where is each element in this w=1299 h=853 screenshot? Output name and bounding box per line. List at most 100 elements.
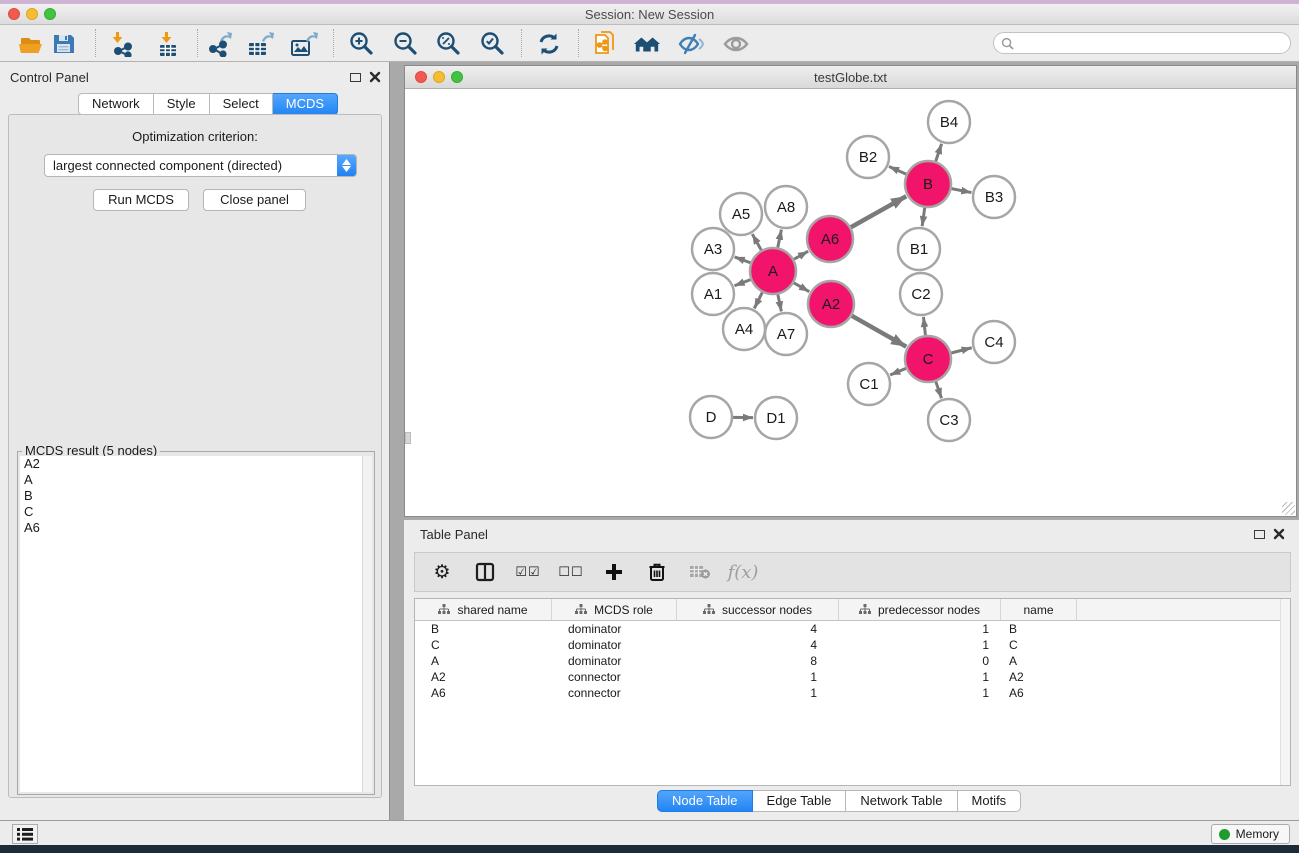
graph-edge-C-C2[interactable] [923, 317, 925, 335]
close-table-panel-icon[interactable] [1273, 528, 1285, 540]
graph-edge-B-B2[interactable] [889, 166, 906, 174]
tab-select[interactable]: Select [210, 93, 273, 115]
column-header-predecessor-nodes[interactable]: predecessor nodes [839, 599, 1001, 620]
graph-node-A3[interactable]: A3 [692, 228, 734, 270]
canvas-scroll-nub[interactable] [405, 432, 411, 444]
graph-node-A5[interactable]: A5 [720, 193, 762, 235]
graph-node-A6[interactable]: A6 [807, 216, 853, 262]
graph-edge-A-A8[interactable] [778, 230, 782, 248]
show-graphics-details-icon[interactable] [722, 30, 750, 58]
column-header-mcds-role[interactable]: MCDS role [552, 599, 677, 620]
search-field[interactable] [993, 32, 1291, 54]
zoom-fit-icon[interactable] [435, 30, 463, 58]
graph-edge-C-C4[interactable] [951, 348, 971, 353]
graph-node-A7[interactable]: A7 [765, 313, 807, 355]
zoom-out-icon[interactable] [392, 30, 420, 58]
graph-edge-A-A3[interactable] [735, 257, 751, 263]
graph-node-D1[interactable]: D1 [755, 397, 797, 439]
table-row[interactable]: B dominator 4 1 B [415, 621, 1290, 637]
graph-node-B4[interactable]: B4 [928, 101, 970, 143]
graph-edge-A-A6[interactable] [794, 251, 808, 259]
run-mcds-button[interactable]: Run MCDS [93, 189, 189, 211]
add-column-icon[interactable] [601, 559, 627, 585]
graph-node-C3[interactable]: C3 [928, 399, 970, 441]
select-all-icon[interactable]: ☑☑ [515, 559, 541, 585]
graph-node-B2[interactable]: B2 [847, 136, 889, 178]
graph-node-A4[interactable]: A4 [723, 308, 765, 350]
delete-column-icon[interactable] [644, 559, 670, 585]
graph-node-C2[interactable]: C2 [900, 273, 942, 315]
zoom-in-icon[interactable] [348, 30, 376, 58]
result-list-item[interactable]: C [20, 504, 364, 520]
criterion-dropdown[interactable]: largest connected component (directed) [44, 154, 357, 177]
tab-network[interactable]: Network [78, 93, 154, 115]
network-snapshot-icon[interactable] [592, 30, 620, 58]
graph-node-A1[interactable]: A1 [692, 273, 734, 315]
tab-mcds[interactable]: MCDS [273, 93, 338, 115]
tab-style[interactable]: Style [154, 93, 210, 115]
search-input[interactable] [1018, 36, 1290, 50]
graph-node-C[interactable]: C [905, 336, 951, 382]
graph-node-C4[interactable]: C4 [973, 321, 1015, 363]
network-graph[interactable]: B4 B2 B B3 A8A5 A6 A3 B1 A A1 C2 A2 A4A7 C4 C C1 D D1 C3 [405, 89, 1296, 516]
panel-list-button[interactable] [12, 824, 38, 844]
graph-edge-A6-B[interactable] [851, 196, 906, 227]
column-header-name[interactable]: name [1001, 599, 1077, 620]
tab-edge-table[interactable]: Edge Table [753, 790, 847, 812]
column-header-shared-name[interactable]: shared name [415, 599, 552, 620]
export-image-icon[interactable] [290, 30, 318, 58]
graph-node-D[interactable]: D [690, 396, 732, 438]
graph-edge-A2-C[interactable] [852, 316, 906, 347]
home-view-icon[interactable] [633, 30, 661, 58]
resize-grip[interactable] [1282, 502, 1295, 515]
graph-node-B3[interactable]: B3 [973, 176, 1015, 218]
graph-edge-A-A5[interactable] [752, 234, 761, 250]
table-scrollbar[interactable] [1280, 599, 1290, 785]
memory-button[interactable]: Memory [1211, 824, 1290, 844]
table-row[interactable]: C dominator 4 1 C [415, 637, 1290, 653]
tab-node-table[interactable]: Node Table [657, 790, 753, 812]
import-network-icon[interactable] [108, 30, 136, 58]
graph-edge-B-B1[interactable] [922, 208, 925, 226]
export-network-icon[interactable] [206, 30, 234, 58]
graph-node-A[interactable]: A [750, 248, 796, 294]
tab-motifs[interactable]: Motifs [958, 790, 1022, 812]
column-header-successor-nodes[interactable]: successor nodes [677, 599, 839, 620]
table-row[interactable]: A6 connector 1 1 A6 [415, 685, 1290, 701]
save-session-icon[interactable] [50, 30, 78, 58]
graph-node-C1[interactable]: C1 [848, 363, 890, 405]
graph-edge-C-C3[interactable] [936, 382, 942, 399]
hide-graphics-details-icon[interactable] [677, 30, 705, 58]
graph-node-B1[interactable]: B1 [898, 228, 940, 270]
graph-edge-B-B4[interactable] [936, 144, 942, 161]
result-scrollbar[interactable] [362, 456, 372, 792]
refresh-icon[interactable] [535, 30, 563, 58]
table-row[interactable]: A dominator 8 0 A [415, 653, 1290, 669]
settings-gear-icon[interactable]: ⚙ [429, 559, 455, 585]
result-list-item[interactable]: A2 [20, 456, 364, 472]
graph-edge-B-B3[interactable] [952, 189, 972, 193]
result-list-item[interactable]: A6 [20, 520, 364, 536]
graph-node-A2[interactable]: A2 [808, 281, 854, 327]
table-row[interactable]: A2 connector 1 1 A2 [415, 669, 1290, 685]
open-file-icon[interactable] [17, 30, 45, 58]
close-panel-button[interactable]: Close panel [203, 189, 306, 211]
deselect-all-icon[interactable]: ☐☐ [558, 559, 584, 585]
close-panel-icon[interactable] [369, 71, 381, 83]
float-panel-icon[interactable] [350, 73, 361, 82]
zoom-selected-icon[interactable] [479, 30, 507, 58]
graph-edge-A-A1[interactable] [734, 280, 750, 286]
graph-node-A8[interactable]: A8 [765, 186, 807, 228]
import-table-icon[interactable] [154, 30, 182, 58]
float-table-panel-icon[interactable] [1254, 530, 1265, 539]
result-list-item[interactable]: A [20, 472, 364, 488]
graph-edge-A-A2[interactable] [794, 283, 809, 292]
show-column-icon[interactable] [472, 559, 498, 585]
export-table-icon[interactable] [247, 30, 275, 58]
graph-node-B[interactable]: B [905, 161, 951, 207]
graph-edge-A-A7[interactable] [778, 295, 782, 312]
result-list-item[interactable]: B [20, 488, 364, 504]
network-canvas[interactable]: B4 B2 B B3 A8A5 A6 A3 B1 A A1 C2 A2 A4A7 C4 C C1 D D1 C3 [405, 89, 1296, 516]
graph-edge-A-A4[interactable] [754, 292, 762, 308]
graph-edge-C-C1[interactable] [890, 368, 906, 375]
